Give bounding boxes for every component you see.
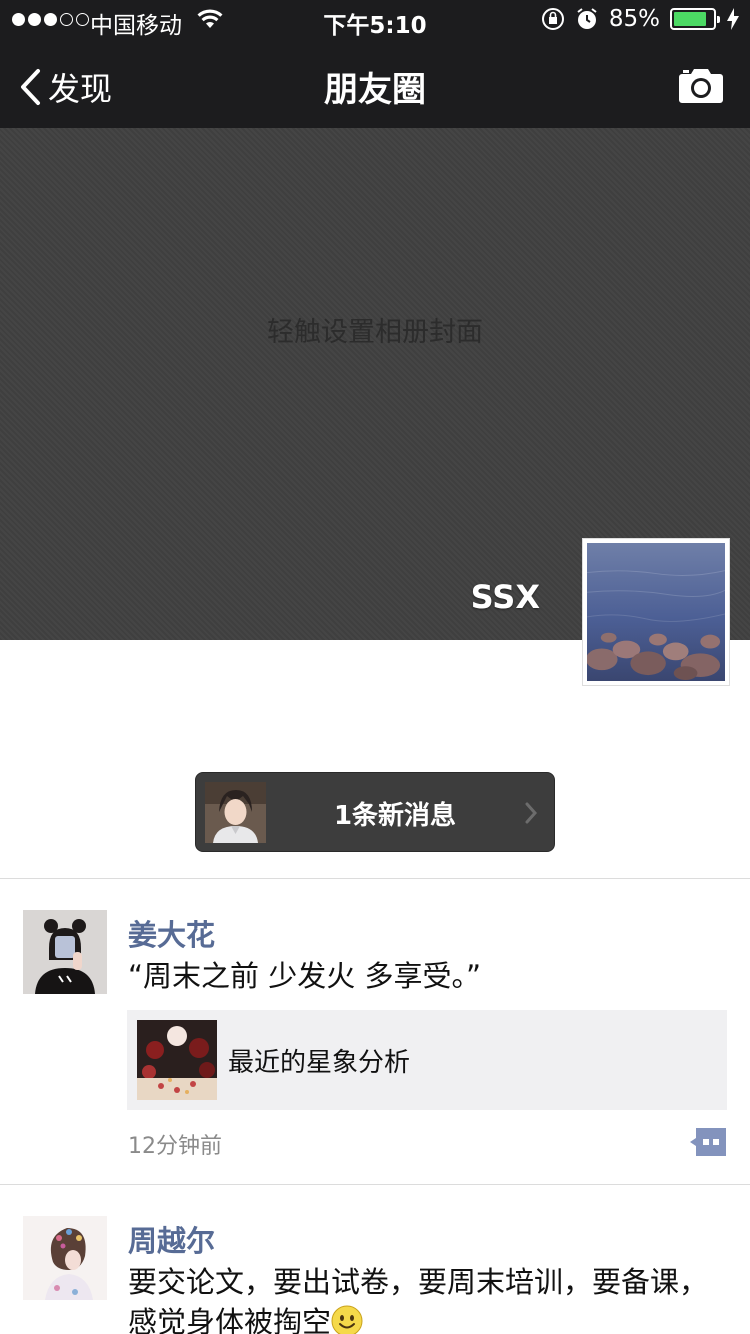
- divider: [0, 878, 750, 879]
- my-avatar[interactable]: [582, 538, 730, 686]
- new-message-text: 1条新消息: [333, 801, 457, 831]
- post-text: “周末之前 少发火 多享受。”: [128, 959, 481, 993]
- new-message-notice[interactable]: 1条新消息: [195, 772, 555, 852]
- comment-icon[interactable]: [688, 1128, 726, 1156]
- sender-avatar: [205, 782, 266, 843]
- camera-icon[interactable]: [678, 66, 724, 104]
- divider: [0, 1184, 750, 1185]
- chevron-right-icon: [525, 802, 538, 824]
- smile-emoji-icon: [331, 1305, 363, 1334]
- username: SSX: [470, 578, 540, 616]
- top-bar: 中国移动 下午5:10 85% 发现 朋友圈: [0, 0, 750, 128]
- status-bar: 中国移动 下午5:10 85%: [0, 0, 750, 40]
- post-text-content: 要交论文，要出试卷，要周末培训，要备课，感觉身体被掏空: [128, 1265, 709, 1334]
- author-avatar[interactable]: [23, 1216, 107, 1300]
- author-name[interactable]: 姜大花: [128, 912, 215, 954]
- battery-percent: 85%: [608, 6, 660, 32]
- navigation-bar: 发现 朋友圈: [0, 40, 750, 128]
- author-avatar[interactable]: [23, 910, 107, 994]
- sea-rocks-photo: [587, 543, 725, 681]
- shared-link-thumbnail: [137, 1020, 217, 1100]
- author-name[interactable]: 周越尔: [128, 1218, 215, 1260]
- shared-link-title: 最近的星象分析: [228, 1048, 411, 1078]
- post-text: 要交论文，要出试卷，要周末培训，要备课，感觉身体被掏空: [128, 1262, 720, 1334]
- alarm-icon: [577, 8, 597, 29]
- page-title: 朋友圈: [324, 70, 426, 110]
- cover-hint: 轻触设置相册封面: [267, 317, 483, 348]
- post-time: 12分钟前: [128, 1134, 222, 1159]
- shared-link-card[interactable]: 最近的星象分析: [127, 1010, 727, 1110]
- rotation-lock-icon: [541, 8, 564, 30]
- battery-icon: [670, 8, 720, 30]
- charging-icon: [727, 8, 739, 30]
